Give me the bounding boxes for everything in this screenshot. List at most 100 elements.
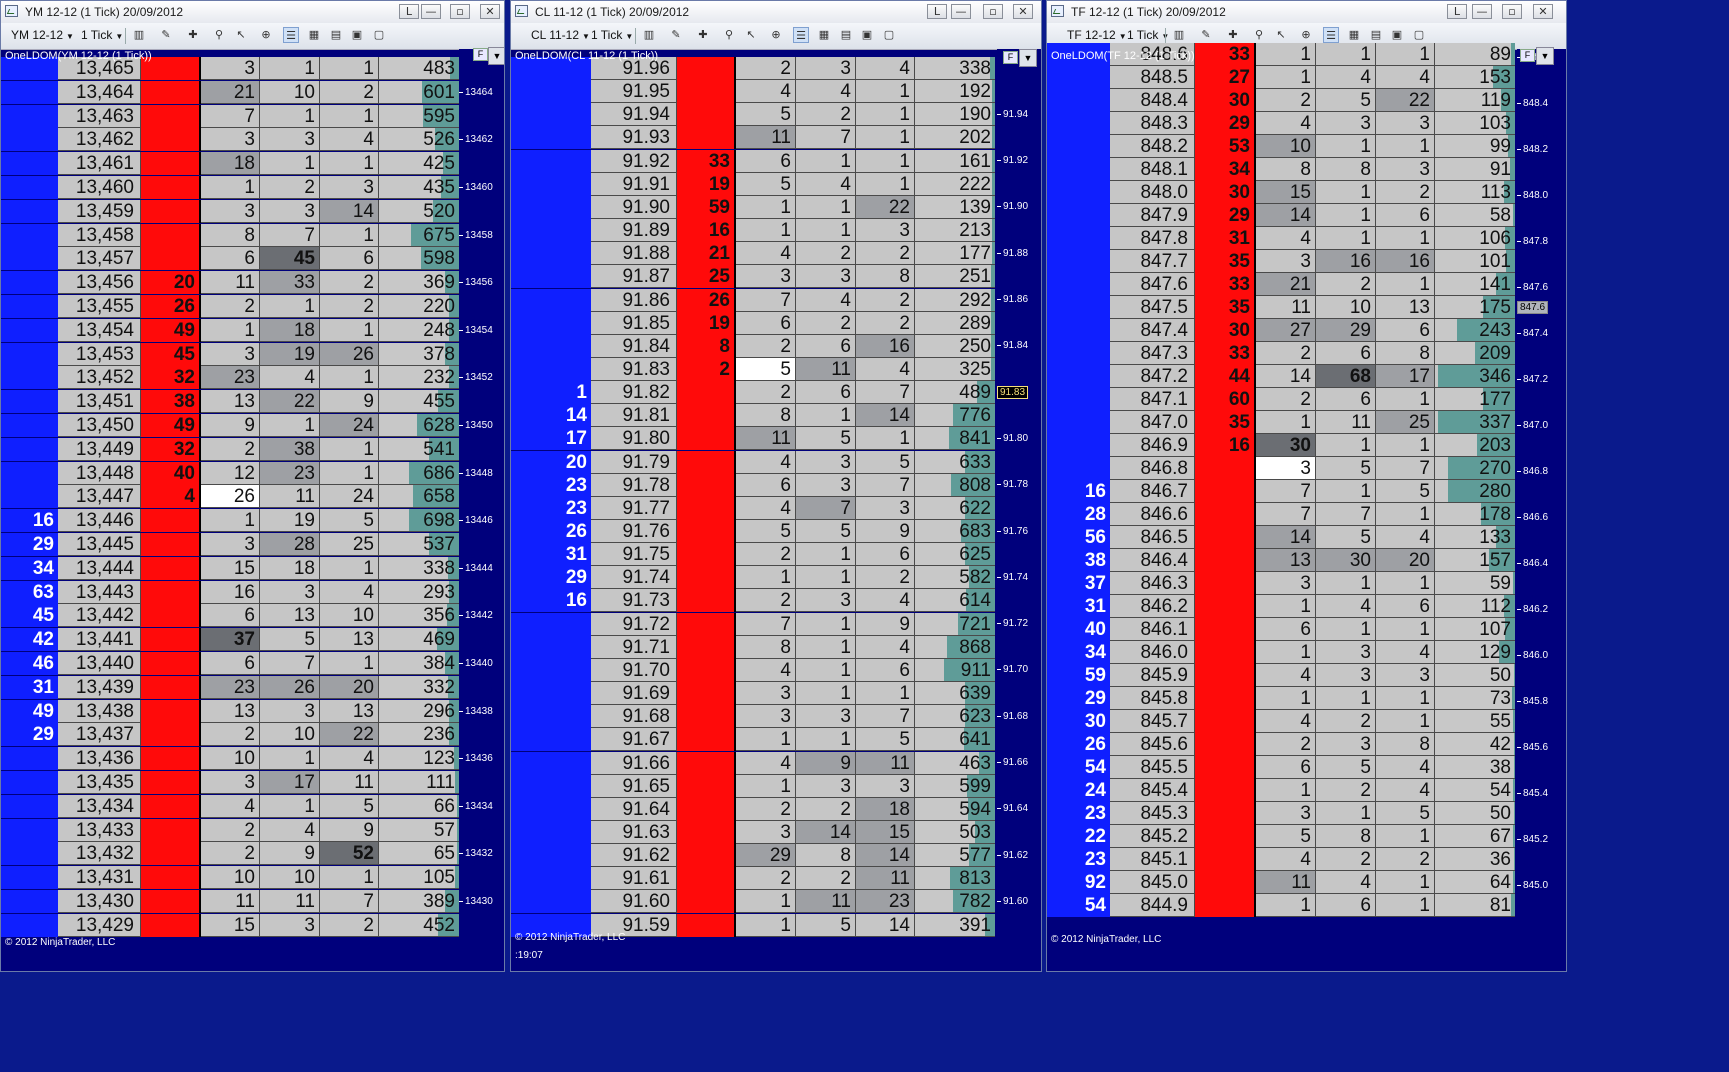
trade-size-cell[interactable]: 3 — [1256, 250, 1316, 273]
ladder-icon[interactable]: ☰ — [1323, 27, 1339, 43]
volume-cell[interactable]: 594 — [915, 798, 995, 821]
bid-size-cell[interactable] — [1, 890, 58, 913]
trade-size-cell[interactable]: 7 — [260, 652, 320, 675]
bid-size-cell[interactable]: 63 — [1, 581, 58, 604]
trade-size-cell[interactable]: 13 — [201, 390, 260, 413]
trade-size-cell[interactable]: 11 — [856, 752, 915, 775]
price-cell[interactable]: 91.83 — [591, 358, 677, 381]
bid-size-cell[interactable] — [1047, 89, 1110, 112]
ask-size-cell[interactable]: 35 — [1195, 296, 1256, 319]
trade-size-cell[interactable]: 8 — [736, 636, 796, 659]
trade-size-cell[interactable]: 1 — [1376, 434, 1435, 457]
ask-size-cell[interactable] — [677, 451, 736, 474]
ask-size-cell[interactable]: 32 — [141, 438, 201, 461]
trade-size-cell[interactable]: 14 — [1256, 204, 1316, 227]
trade-size-cell[interactable]: 2 — [796, 867, 856, 890]
trade-size-cell[interactable]: 6 — [201, 604, 260, 627]
ladder-row[interactable]: 30 845.7 4 2 1 55 — [1047, 710, 1515, 734]
volume-cell[interactable]: 59 — [1435, 572, 1515, 595]
ask-size-cell[interactable] — [141, 105, 201, 128]
trade-size-cell[interactable]: 11 — [201, 271, 260, 294]
ask-size-cell[interactable] — [141, 700, 201, 723]
bid-size-cell[interactable] — [1, 176, 58, 199]
ladder-row[interactable]: 13,447 4 26 11 24 658 — [1, 485, 459, 509]
trade-size-cell[interactable]: 14 — [856, 404, 915, 427]
trade-size-cell[interactable]: 7 — [320, 890, 379, 913]
volume-cell[interactable]: 107 — [1435, 618, 1515, 641]
trade-size-cell[interactable]: 2 — [736, 589, 796, 612]
trade-size-cell[interactable]: 1 — [1316, 227, 1376, 250]
trade-size-cell[interactable]: 3 — [1376, 158, 1435, 181]
panel-toggle-icon[interactable]: ▢ — [1411, 27, 1427, 43]
bid-size-cell[interactable] — [1, 485, 58, 508]
bid-size-cell[interactable] — [1, 105, 58, 128]
ladder-row[interactable]: 91.83 2 5 11 4 325 — [511, 358, 995, 382]
ladder-row[interactable]: 31 91.75 2 1 6 625 — [511, 543, 995, 567]
cursor-icon[interactable]: ↖ — [233, 27, 249, 43]
volume-cell[interactable]: 582 — [915, 566, 995, 589]
volume-cell[interactable]: 112 — [1435, 595, 1515, 618]
volume-cell[interactable]: 236 — [379, 723, 459, 746]
bid-size-cell[interactable] — [1, 390, 58, 413]
trade-size-cell[interactable]: 4 — [320, 747, 379, 770]
ladder-row[interactable]: 1 91.82 2 6 7 489 — [511, 381, 995, 405]
trade-size-cell[interactable]: 7 — [1256, 503, 1316, 526]
ladder-row[interactable]: 17 91.80 11 5 1 841 — [511, 427, 995, 451]
price-cell[interactable]: 847.6 — [1110, 273, 1195, 296]
candlestick-icon[interactable]: ▥ — [1171, 27, 1187, 43]
ladder-row[interactable]: 91.85 19 6 2 2 289 — [511, 312, 995, 336]
volume-cell[interactable]: 675 — [379, 224, 459, 247]
volume-cell[interactable]: 698 — [379, 509, 459, 532]
ladder-row[interactable]: 46 13,440 6 7 1 384 — [1, 652, 459, 676]
bid-size-cell[interactable]: 34 — [1, 557, 58, 580]
ladder-row[interactable]: 91.93 11 7 1 202 — [511, 126, 995, 150]
trade-size-cell[interactable]: 4 — [1376, 66, 1435, 89]
title-bar[interactable]: CL 11-12 (1 Tick) 20/09/2012 L — ▫ ✕ — [511, 1, 1041, 24]
price-cell[interactable]: 845.0 — [1110, 871, 1195, 894]
ladder-row[interactable]: 91.70 4 1 6 911 — [511, 659, 995, 683]
ladder-row[interactable]: 847.2 44 14 68 17 346 — [1047, 365, 1515, 389]
trade-size-cell[interactable]: 2 — [856, 289, 915, 312]
trade-size-cell[interactable]: 3 — [201, 533, 260, 556]
price-cell[interactable]: 13,459 — [58, 200, 141, 223]
trade-size-cell[interactable]: 2 — [201, 295, 260, 318]
bid-size-cell[interactable] — [1047, 342, 1110, 365]
ask-size-cell[interactable] — [1195, 618, 1256, 641]
trade-size-cell[interactable]: 5 — [1316, 756, 1376, 779]
trade-size-cell[interactable]: 14 — [1256, 365, 1316, 388]
price-cell[interactable]: 845.7 — [1110, 710, 1195, 733]
price-cell[interactable]: 91.86 — [591, 289, 677, 312]
trade-size-cell[interactable]: 1 — [736, 196, 796, 219]
ladder-row[interactable]: 13,435 3 17 11 111 — [1, 771, 459, 795]
ladder-row[interactable]: 848.3 29 4 3 3 103 — [1047, 112, 1515, 136]
trade-size-cell[interactable]: 2 — [1256, 733, 1316, 756]
price-cell[interactable]: 13,449 — [58, 438, 141, 461]
title-bar[interactable]: TF 12-12 (1 Tick) 20/09/2012 L — ▫ ✕ — [1047, 1, 1566, 24]
ask-size-cell[interactable] — [677, 613, 736, 636]
ask-size-cell[interactable]: 45 — [141, 343, 201, 366]
trade-size-cell[interactable]: 1 — [1376, 871, 1435, 894]
price-cell[interactable]: 13,445 — [58, 533, 141, 556]
ask-size-cell[interactable] — [1195, 779, 1256, 802]
plus-icon[interactable]: ✚ — [1225, 27, 1241, 43]
bid-size-cell[interactable]: 45 — [1, 604, 58, 627]
trade-size-cell[interactable]: 7 — [1256, 480, 1316, 503]
chart-icon[interactable]: ▤ — [328, 27, 344, 43]
trade-size-cell[interactable]: 18 — [260, 557, 320, 580]
trade-size-cell[interactable]: 6 — [1376, 595, 1435, 618]
trade-size-cell[interactable]: 6 — [736, 312, 796, 335]
trade-size-cell[interactable]: 5 — [320, 795, 379, 818]
ladder-row[interactable]: 91.91 19 5 4 1 222 — [511, 173, 995, 197]
bid-size-cell[interactable] — [511, 126, 591, 149]
trade-size-cell[interactable]: 1 — [260, 152, 320, 175]
ask-size-cell[interactable] — [141, 819, 201, 842]
trade-size-cell[interactable]: 6 — [736, 150, 796, 173]
price-cell[interactable]: 13,435 — [58, 771, 141, 794]
bid-size-cell[interactable] — [1047, 273, 1110, 296]
price-cell[interactable]: 13,462 — [58, 128, 141, 151]
ask-size-cell[interactable]: 32 — [141, 366, 201, 389]
trade-size-cell[interactable]: 1 — [1316, 802, 1376, 825]
trade-size-cell[interactable]: 9 — [320, 819, 379, 842]
bid-size-cell[interactable] — [511, 196, 591, 219]
ask-size-cell[interactable] — [677, 752, 736, 775]
